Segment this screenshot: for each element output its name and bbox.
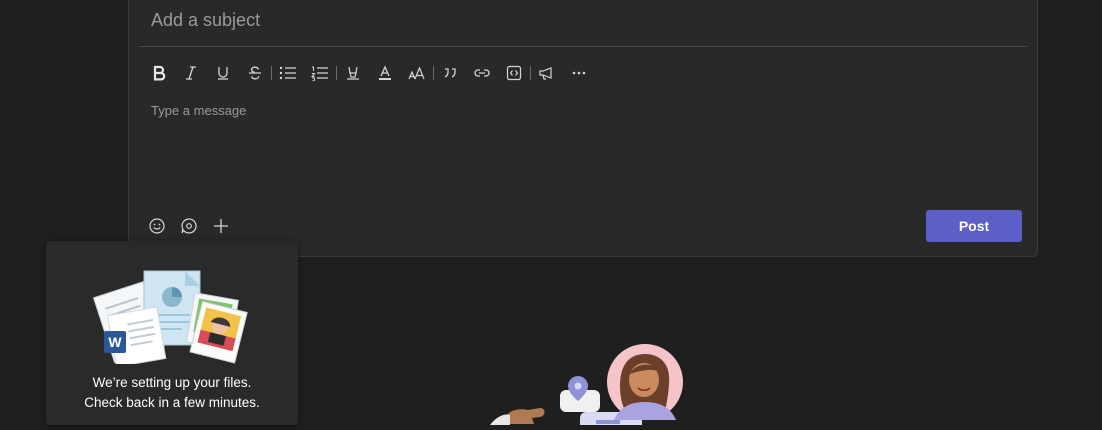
team-illustration — [480, 340, 690, 430]
quote-icon[interactable] — [434, 61, 466, 85]
more-options-icon[interactable] — [563, 61, 595, 85]
post-button[interactable]: Post — [926, 210, 1022, 242]
highlight-icon[interactable] — [337, 61, 369, 85]
subject-divider — [139, 46, 1027, 47]
announcement-icon[interactable] — [531, 61, 563, 85]
bold-icon[interactable] — [143, 61, 175, 85]
compose-actions — [141, 214, 237, 238]
font-color-icon[interactable] — [369, 61, 401, 85]
link-icon[interactable] — [466, 61, 498, 85]
message-input[interactable]: Type a message — [151, 103, 246, 118]
code-snippet-icon[interactable] — [498, 61, 530, 85]
subject-input[interactable]: Add a subject — [151, 10, 260, 31]
font-size-icon[interactable] — [401, 61, 433, 85]
numbered-list-icon[interactable] — [304, 61, 336, 85]
strikethrough-icon[interactable] — [239, 61, 271, 85]
files-setup-message: We’re setting up your files. Check back … — [46, 373, 298, 413]
format-toolbar — [143, 61, 595, 85]
underline-icon[interactable] — [207, 61, 239, 85]
emoji-icon[interactable] — [141, 214, 173, 238]
italic-icon[interactable] — [175, 61, 207, 85]
loop-component-icon[interactable] — [173, 214, 205, 238]
svg-text:W: W — [108, 334, 122, 350]
files-setup-card: W We’re setting up your files. Check bac… — [46, 241, 298, 425]
files-setup-line2: Check back in a few minutes. — [84, 395, 260, 410]
files-illustration: W — [92, 269, 252, 369]
compose-box: Add a subject Type a message Post — [128, 0, 1038, 257]
add-icon[interactable] — [205, 214, 237, 238]
files-setup-line1: We’re setting up your files. — [92, 375, 252, 390]
bulleted-list-icon[interactable] — [272, 61, 304, 85]
